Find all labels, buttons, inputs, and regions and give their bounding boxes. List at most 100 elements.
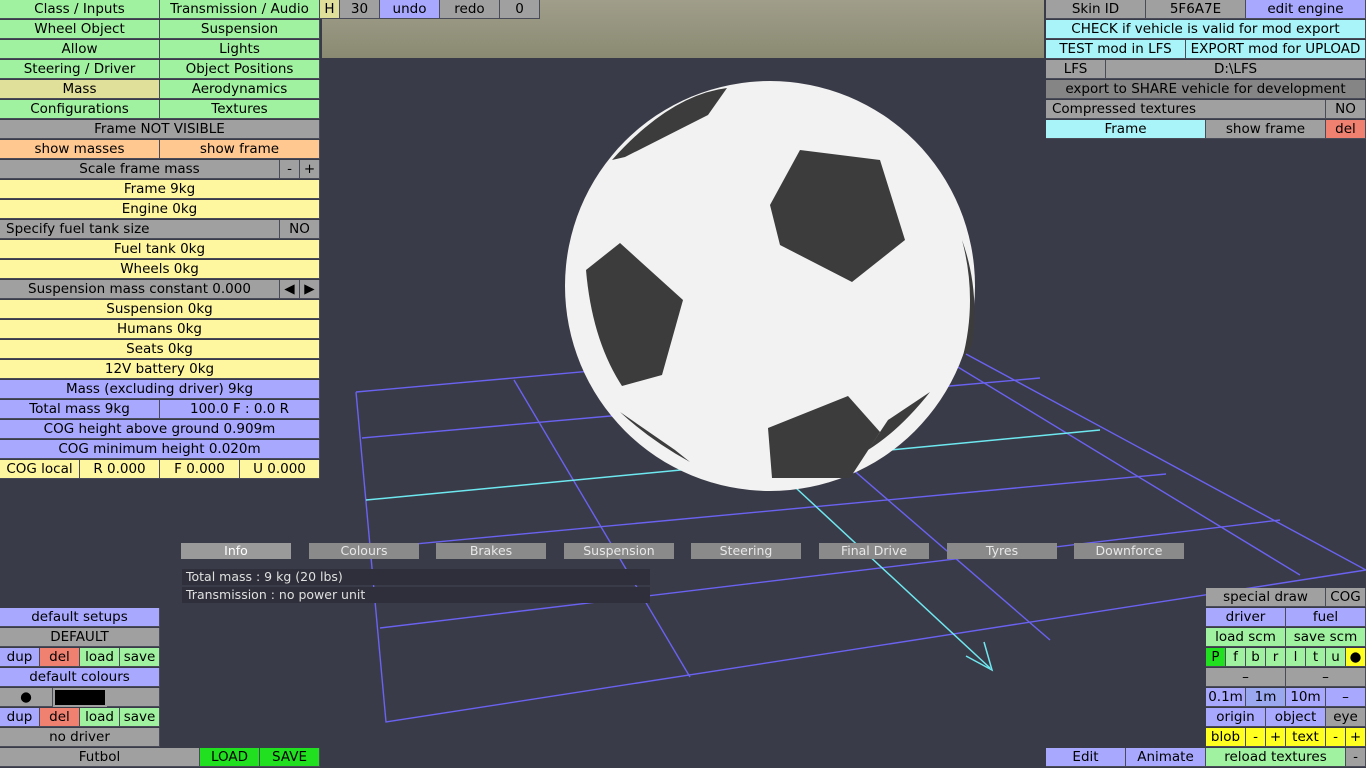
tab-final-drive[interactable]: Final Drive bbox=[819, 543, 929, 559]
tab-tyres[interactable]: Tyres bbox=[947, 543, 1057, 559]
view-l-button[interactable]: l bbox=[1286, 648, 1306, 667]
view-t-button[interactable]: t bbox=[1306, 648, 1326, 667]
delete-frame-button[interactable]: del bbox=[1326, 120, 1366, 139]
edit-mode-button[interactable]: Edit bbox=[1046, 748, 1126, 767]
show-frame-right-button[interactable]: show frame bbox=[1206, 120, 1326, 139]
blob-increase[interactable]: + bbox=[1266, 728, 1286, 747]
setup-dup-button[interactable]: dup bbox=[0, 648, 40, 667]
view-dot-button[interactable]: ● bbox=[1346, 648, 1366, 667]
suspension-mass-increase[interactable]: ▶ bbox=[300, 280, 320, 299]
tab-textures[interactable]: Textures bbox=[160, 100, 320, 119]
cog-local-r[interactable]: R 0.000 bbox=[80, 460, 160, 479]
suspension-mass-decrease[interactable]: ◀ bbox=[280, 280, 300, 299]
driver-button[interactable]: driver bbox=[1206, 608, 1286, 627]
edit-engine-button[interactable]: edit engine bbox=[1246, 0, 1366, 19]
save-vehicle-button[interactable]: SAVE bbox=[260, 748, 320, 767]
lfs-path-value[interactable]: D:\LFS bbox=[1106, 60, 1366, 79]
colour-save-button[interactable]: save bbox=[120, 708, 160, 727]
colour-load-button[interactable]: load bbox=[80, 708, 120, 727]
export-mod-button[interactable]: EXPORT mod for UPLOAD bbox=[1186, 40, 1366, 59]
check-vehicle-button[interactable]: CHECK if vehicle is valid for mod export bbox=[1046, 20, 1366, 39]
origin-button[interactable]: origin bbox=[1206, 708, 1266, 727]
text-decrease[interactable]: - bbox=[1326, 728, 1346, 747]
colour-select-dot[interactable]: ● bbox=[0, 688, 53, 707]
redo-button[interactable]: redo bbox=[440, 0, 500, 19]
default-colours-button[interactable]: default colours bbox=[0, 668, 160, 687]
setup-load-button[interactable]: load bbox=[80, 648, 120, 667]
frame-visibility-toggle[interactable]: Frame NOT VISIBLE bbox=[0, 120, 320, 139]
view-f-button[interactable]: f bbox=[1226, 648, 1246, 667]
view-b-button[interactable]: b bbox=[1246, 648, 1266, 667]
show-frame-button[interactable]: show frame bbox=[160, 140, 320, 159]
cog-local-f[interactable]: F 0.000 bbox=[160, 460, 240, 479]
scale-frame-mass-decrease[interactable]: - bbox=[280, 160, 300, 179]
view-p-button[interactable]: P bbox=[1206, 648, 1226, 667]
setup-name[interactable]: DEFAULT bbox=[0, 628, 160, 647]
export-share-button[interactable]: export to SHARE vehicle for development bbox=[1046, 80, 1366, 99]
grid-dash-right[interactable]: – bbox=[1286, 668, 1366, 687]
tab-object-positions[interactable]: Object Positions bbox=[160, 60, 320, 79]
tab-mass[interactable]: Mass bbox=[0, 80, 160, 99]
h-toggle[interactable]: H bbox=[320, 0, 340, 19]
object-button[interactable]: object bbox=[1266, 708, 1326, 727]
special-draw-button[interactable]: special draw bbox=[1206, 588, 1326, 607]
setup-save-button[interactable]: save bbox=[120, 648, 160, 667]
battery-mass: 12V battery 0kg bbox=[0, 360, 320, 379]
load-vehicle-button[interactable]: LOAD bbox=[200, 748, 260, 767]
colour-swatch[interactable] bbox=[53, 688, 107, 707]
reload-dash-button[interactable]: - bbox=[1346, 748, 1366, 767]
cog-button[interactable]: COG bbox=[1326, 588, 1366, 607]
tab-suspension[interactable]: Suspension bbox=[160, 20, 320, 39]
tab-colours[interactable]: Colours bbox=[309, 543, 419, 559]
driver-select[interactable]: no driver bbox=[0, 728, 160, 747]
show-masses-button[interactable]: show masses bbox=[0, 140, 160, 159]
load-scm-button[interactable]: load scm bbox=[1206, 628, 1286, 647]
tab-transmission-audio[interactable]: Transmission / Audio bbox=[160, 0, 320, 19]
tab-class-inputs[interactable]: Class / Inputs bbox=[0, 0, 160, 19]
setup-del-button[interactable]: del bbox=[40, 648, 80, 667]
grid-1m-button[interactable]: 1m bbox=[1246, 688, 1286, 707]
specify-fuel-tank-toggle[interactable]: NO bbox=[280, 220, 320, 239]
grid-dash-button[interactable]: – bbox=[1326, 688, 1366, 707]
tab-steering[interactable]: Steering bbox=[691, 543, 801, 559]
tab-info[interactable]: Info bbox=[181, 543, 291, 559]
tab-lights[interactable]: Lights bbox=[160, 40, 320, 59]
tab-aerodynamics[interactable]: Aerodynamics bbox=[160, 80, 320, 99]
lfs-path-label: LFS bbox=[1046, 60, 1106, 79]
animate-mode-button[interactable]: Animate bbox=[1126, 748, 1206, 767]
blob-button[interactable]: blob bbox=[1206, 728, 1246, 747]
view-u-button[interactable]: u bbox=[1326, 648, 1346, 667]
tab-brakes[interactable]: Brakes bbox=[436, 543, 546, 559]
tab-downforce[interactable]: Downforce bbox=[1074, 543, 1184, 559]
save-scm-button[interactable]: save scm bbox=[1286, 628, 1366, 647]
step-value[interactable]: 30 bbox=[340, 0, 380, 19]
tab-allow[interactable]: Allow bbox=[0, 40, 160, 59]
eye-button[interactable]: eye bbox=[1326, 708, 1366, 727]
cog-local-u[interactable]: U 0.000 bbox=[240, 460, 320, 479]
tab-wheel-object[interactable]: Wheel Object bbox=[0, 20, 160, 39]
reload-textures-button[interactable]: reload textures bbox=[1206, 748, 1346, 767]
test-mod-button[interactable]: TEST mod in LFS bbox=[1046, 40, 1186, 59]
grid-10m-button[interactable]: 10m bbox=[1286, 688, 1326, 707]
skin-id-value[interactable]: 5F6A7E bbox=[1146, 0, 1246, 19]
vehicle-name[interactable]: Futbol bbox=[0, 748, 200, 767]
text-button[interactable]: text bbox=[1286, 728, 1326, 747]
default-setups-button[interactable]: default setups bbox=[0, 608, 160, 627]
frame-button[interactable]: Frame bbox=[1046, 120, 1206, 139]
tab-suspension-info[interactable]: Suspension bbox=[564, 543, 674, 559]
blob-decrease[interactable]: - bbox=[1246, 728, 1266, 747]
colour-dup-button[interactable]: dup bbox=[0, 708, 40, 727]
view-r-button[interactable]: r bbox=[1266, 648, 1286, 667]
cog-minimum-height: COG minimum height 0.020m bbox=[0, 440, 320, 459]
tab-steering-driver[interactable]: Steering / Driver bbox=[0, 60, 160, 79]
text-increase[interactable]: + bbox=[1346, 728, 1366, 747]
colour-del-button[interactable]: del bbox=[40, 708, 80, 727]
tab-configurations[interactable]: Configurations bbox=[0, 100, 160, 119]
compressed-textures-toggle[interactable]: NO bbox=[1326, 100, 1366, 119]
scale-frame-mass-increase[interactable]: + bbox=[300, 160, 320, 179]
undo-button[interactable]: undo bbox=[380, 0, 440, 19]
fuel-button[interactable]: fuel bbox=[1286, 608, 1366, 627]
colour-slot[interactable] bbox=[107, 688, 160, 707]
grid-dash-left[interactable]: – bbox=[1206, 668, 1286, 687]
grid-0-1m-button[interactable]: 0.1m bbox=[1206, 688, 1246, 707]
